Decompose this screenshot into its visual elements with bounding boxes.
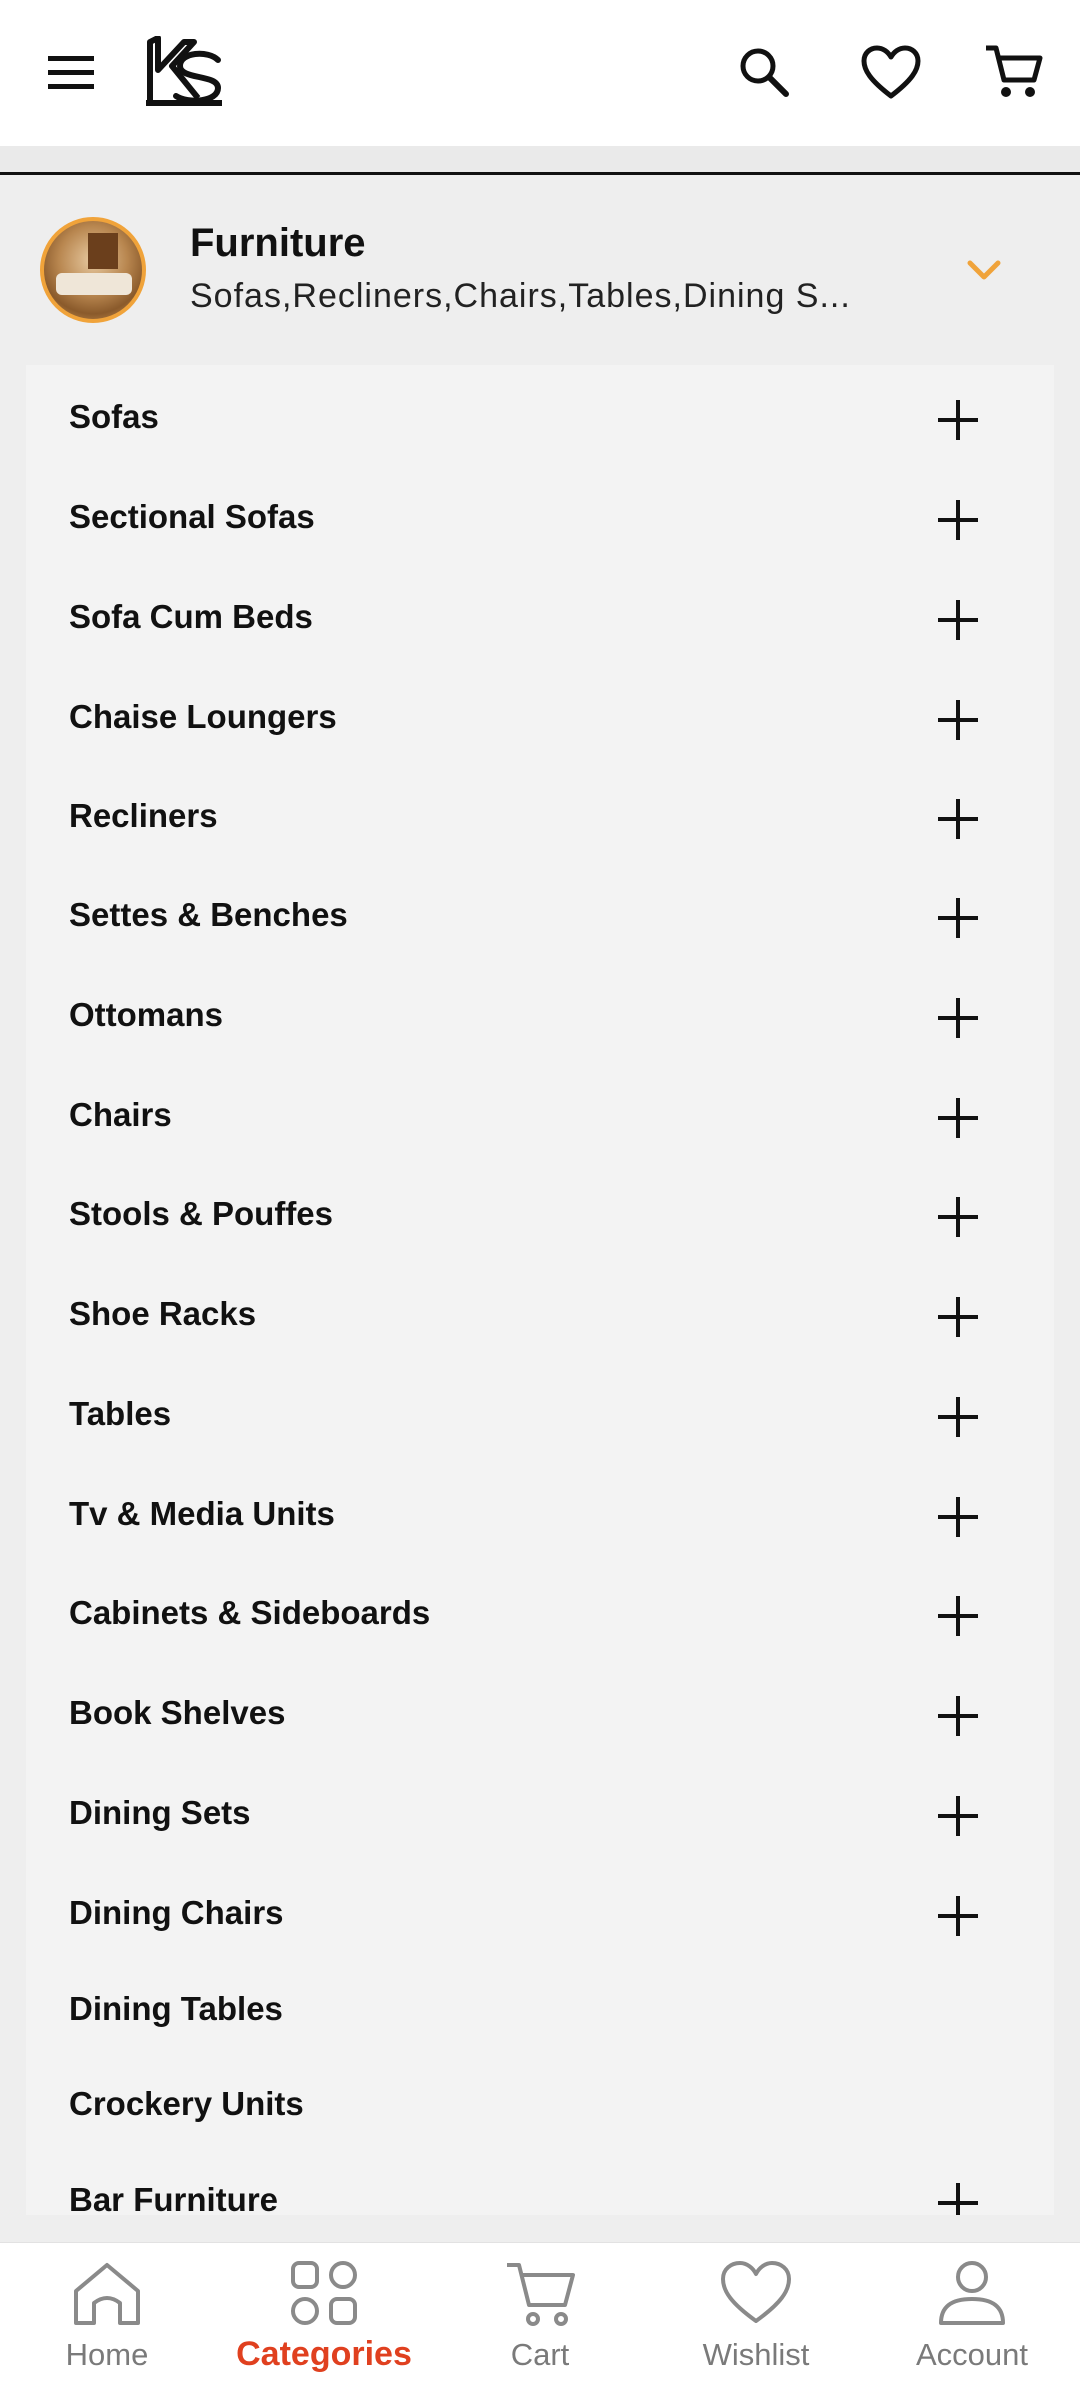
search-icon[interactable] xyxy=(736,44,792,100)
list-item-label: Shoe Racks xyxy=(69,1295,257,1332)
cart-icon[interactable] xyxy=(984,42,1044,102)
menu-icon[interactable] xyxy=(44,50,102,94)
category-title: Furniture xyxy=(190,221,366,265)
list-item[interactable]: Settes & Benches xyxy=(26,868,1054,968)
list-item-label: Dining Tables xyxy=(69,1990,283,2027)
list-item-label: Chaise Loungers xyxy=(69,698,337,735)
plus-icon[interactable] xyxy=(938,799,978,839)
plus-icon[interactable] xyxy=(938,1297,978,1337)
list-item[interactable]: Chairs xyxy=(26,1068,1054,1168)
list-item-label: Ottomans xyxy=(69,996,224,1033)
plus-icon[interactable] xyxy=(938,1596,978,1636)
plus-icon[interactable] xyxy=(938,1397,978,1437)
list-item[interactable]: Bar Furniture xyxy=(26,2153,1054,2215)
ks-logo[interactable] xyxy=(144,36,224,108)
list-item-label: Sofa Cum Beds xyxy=(69,598,313,635)
header-spacer xyxy=(0,146,1080,172)
list-item[interactable]: Tables xyxy=(26,1367,1054,1467)
list-item[interactable]: Sofa Cum Beds xyxy=(26,570,1054,670)
list-item-label: Tv & Media Units xyxy=(69,1495,335,1532)
list-item[interactable]: Tv & Media Units xyxy=(26,1467,1054,1567)
plus-icon[interactable] xyxy=(938,1896,978,1936)
plus-icon[interactable] xyxy=(938,400,978,440)
category-header[interactable]: Furniture Sofas,Recliners,Chairs,Tables,… xyxy=(0,175,1080,365)
plus-icon[interactable] xyxy=(938,1796,978,1836)
nav-cart-label: Cart xyxy=(510,2337,570,2372)
plus-icon[interactable] xyxy=(938,500,978,540)
list-item[interactable]: Cabinets & Sideboards xyxy=(26,1566,1054,1666)
plus-icon[interactable] xyxy=(938,1696,978,1736)
home-icon xyxy=(74,2263,140,2325)
list-item-label: Sectional Sofas xyxy=(69,498,315,535)
chevron-down-icon[interactable] xyxy=(964,255,1004,285)
list-item-label: Stools & Pouffes xyxy=(69,1195,334,1232)
list-item[interactable]: Sectional Sofas xyxy=(26,470,1054,570)
plus-icon[interactable] xyxy=(938,2183,978,2215)
list-item-label: Cabinets & Sideboards xyxy=(69,1594,431,1631)
wishlist-heart-icon[interactable] xyxy=(860,44,922,100)
plus-icon[interactable] xyxy=(938,998,978,1038)
top-app-bar xyxy=(0,0,1080,146)
plus-icon[interactable] xyxy=(938,1098,978,1138)
category-thumbnail xyxy=(40,217,146,323)
list-item-label: Recliners xyxy=(69,797,218,834)
list-item-label: Tables xyxy=(69,1395,172,1432)
list-item-label: Sofas xyxy=(69,398,159,435)
list-item-label: Chairs xyxy=(69,1096,172,1133)
list-item[interactable]: Recliners xyxy=(26,769,1054,869)
list-item-label: Settes & Benches xyxy=(69,896,348,933)
nav-cart[interactable]: Cart xyxy=(450,2259,630,2389)
list-item[interactable]: Ottomans xyxy=(26,968,1054,1068)
heart-icon xyxy=(721,2261,791,2323)
nav-home-label: Home xyxy=(65,2337,149,2372)
subcategory-list: Sofas Sectional Sofas Sofa Cum Beds Chaise … xyxy=(26,365,1054,2215)
nav-account-label: Account xyxy=(915,2337,1028,2372)
list-item[interactable]: Stools & Pouffes xyxy=(26,1167,1054,1267)
list-item[interactable]: Book Shelves xyxy=(26,1666,1054,1766)
list-item[interactable]: Sofas xyxy=(26,370,1054,470)
category-subtitle: Sofas,Recliners,Chairs,Tables,Dining S..… xyxy=(190,277,851,315)
cart-icon xyxy=(507,2263,575,2326)
user-icon xyxy=(939,2261,1005,2325)
plus-icon[interactable] xyxy=(938,1197,978,1237)
plus-icon[interactable] xyxy=(938,898,978,938)
list-item-label: Dining Sets xyxy=(69,1794,251,1831)
categories-icon xyxy=(291,2261,357,2325)
nav-categories[interactable]: Categories xyxy=(234,2259,414,2389)
nav-wishlist-label: Wishlist xyxy=(702,2337,810,2372)
bottom-navigation: Home Categories Cart Wishlist Account xyxy=(0,2242,1080,2400)
list-item[interactable]: Dining Tables xyxy=(26,1962,1054,2062)
nav-categories-label: Categories xyxy=(236,2335,412,2373)
plus-icon[interactable] xyxy=(938,600,978,640)
list-item-label: Dining Chairs xyxy=(69,1894,284,1931)
nav-home[interactable]: Home xyxy=(17,2259,197,2389)
plus-icon[interactable] xyxy=(938,700,978,740)
list-item[interactable]: Crockery Units xyxy=(26,2057,1054,2157)
nav-wishlist[interactable]: Wishlist xyxy=(666,2259,846,2389)
plus-icon[interactable] xyxy=(938,1497,978,1537)
list-item-label: Book Shelves xyxy=(69,1694,286,1731)
list-item-label: Crockery Units xyxy=(69,2085,304,2122)
list-item[interactable]: Chaise Loungers xyxy=(26,670,1054,770)
nav-account[interactable]: Account xyxy=(882,2259,1062,2389)
list-item[interactable]: Dining Sets xyxy=(26,1766,1054,1866)
list-item[interactable]: Dining Chairs xyxy=(26,1866,1054,1966)
list-item[interactable]: Shoe Racks xyxy=(26,1267,1054,1367)
list-item-label: Bar Furniture xyxy=(69,2181,279,2215)
